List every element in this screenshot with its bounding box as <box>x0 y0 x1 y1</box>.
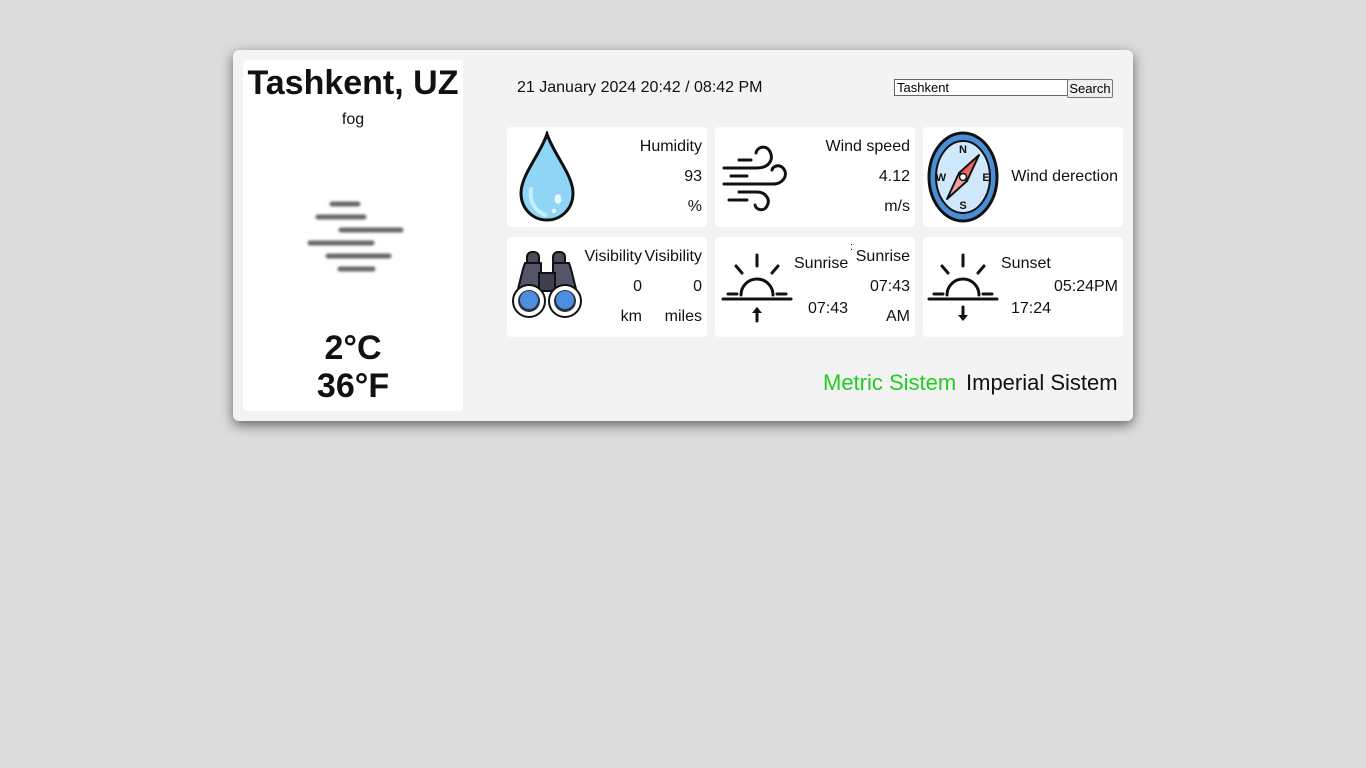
sunrise-time-12h: 07:43 <box>869 278 910 295</box>
temperature-fahrenheit: 36°F <box>316 367 390 405</box>
visibility-card: Visibility 0 km Visibility 0 miles <box>507 237 707 337</box>
wind-direction-card: N S E W Wind derection <box>923 127 1123 227</box>
wind-icon <box>722 145 787 212</box>
sunrise-card: Sunrise 07:43 : Sunrise 07:43 AM <box>715 237 915 337</box>
visibility-km-label: Visibility <box>584 248 643 265</box>
compass-icon: N S E W <box>927 131 999 223</box>
city-search-input[interactable] <box>894 79 1069 96</box>
compass-east-label: E <box>982 172 989 184</box>
sunset-time-24h: 17:24 <box>1011 300 1052 317</box>
wind-direction-label: Wind derection <box>1011 168 1118 185</box>
sunrise-label: Sunrise <box>794 255 849 272</box>
wind-speed-card: Wind speed 4.12 m/s <box>715 127 915 227</box>
sunrise-icon <box>721 253 793 323</box>
visibility-km-value: 0 <box>633 278 642 295</box>
fog-icon <box>307 201 404 272</box>
search-button[interactable]: Search <box>1067 79 1113 98</box>
current-datetime: 21 January 2024 20:42 / 08:42 PM <box>517 79 763 96</box>
city-name: Tashkent, UZ <box>247 64 459 102</box>
visibility-miles-value: 0 <box>693 278 702 295</box>
visibility-miles-unit: miles <box>664 308 702 325</box>
sunset-icon <box>927 253 999 321</box>
humidity-card: Humidity 93 % <box>507 127 707 227</box>
weather-app: Tashkent, UZ fog 2°C 36°F 21 January 202… <box>233 50 1133 421</box>
visibility-km-unit: km <box>620 308 642 325</box>
water-drop-icon <box>519 131 575 222</box>
sunrise-label-12h: Sunrise <box>855 248 910 265</box>
sunset-card: Sunset 05:24PM 17:24 <box>923 237 1123 337</box>
weather-description: fog <box>341 111 365 128</box>
wind-speed-unit: m/s <box>884 198 910 215</box>
compass-south-label: S <box>959 200 966 212</box>
compass-north-label: N <box>959 144 967 156</box>
compass-west-label: W <box>936 172 947 184</box>
humidity-unit: % <box>687 198 702 215</box>
sunrise-marker: : <box>850 241 854 253</box>
humidity-label: Humidity <box>639 138 702 155</box>
sunrise-ampm: AM <box>886 308 910 325</box>
wind-speed-value: 4.12 <box>878 168 910 185</box>
sunset-label: Sunset <box>1001 255 1051 272</box>
imperial-system-toggle[interactable]: Imperial Sistem <box>966 370 1118 396</box>
binoculars-icon <box>512 251 582 318</box>
current-weather-panel: Tashkent, UZ fog 2°C 36°F <box>243 60 463 411</box>
visibility-miles-label: Visibility <box>644 248 703 265</box>
wind-speed-label: Wind speed <box>825 138 911 155</box>
sunset-time-12h: 05:24PM <box>1053 278 1118 295</box>
sunrise-time-24h: 07:43 <box>807 300 848 317</box>
temperature-celsius: 2°C <box>324 329 382 367</box>
metric-system-toggle[interactable]: Metric Sistem <box>823 370 956 396</box>
humidity-value: 93 <box>684 168 702 185</box>
